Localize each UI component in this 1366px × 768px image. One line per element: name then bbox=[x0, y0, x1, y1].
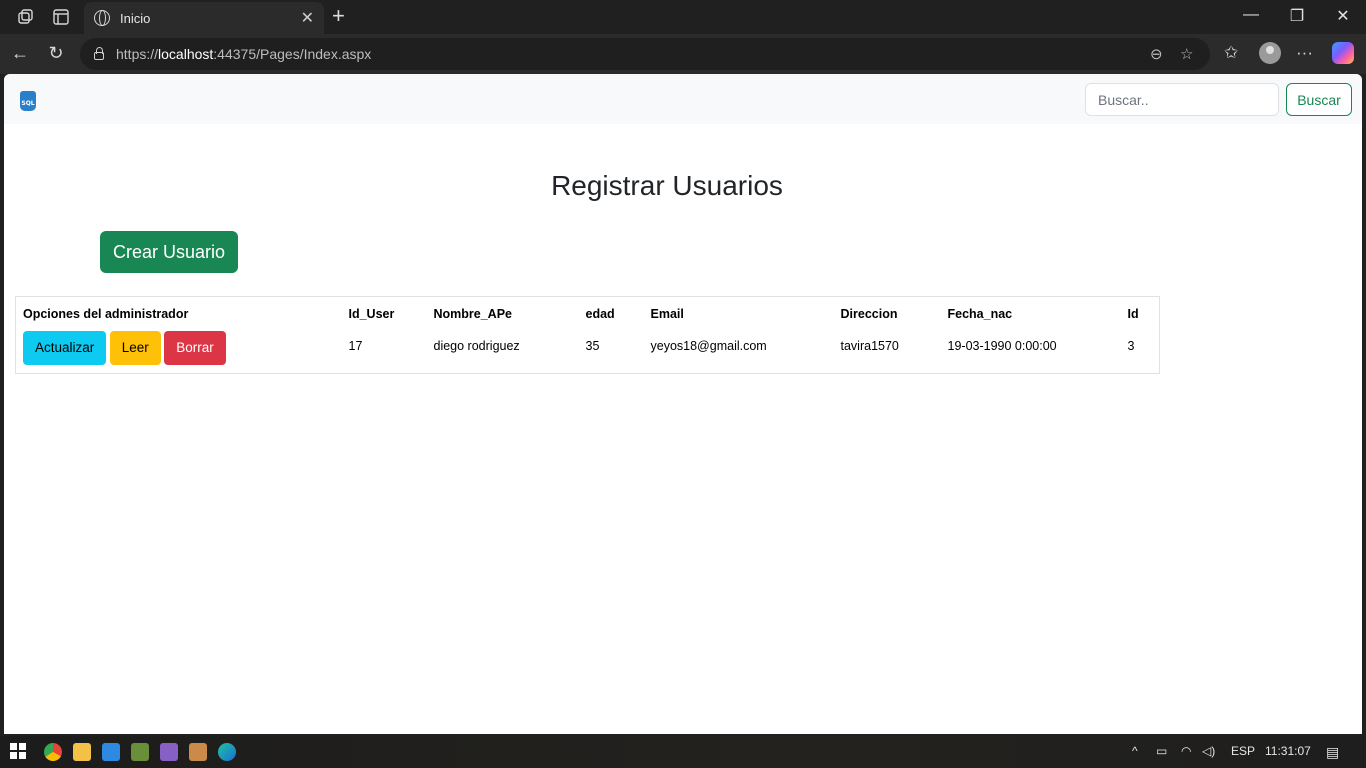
header-direccion: Direccion bbox=[840, 307, 898, 322]
cell-email: yeyos18@gmail.com bbox=[650, 338, 767, 353]
navbar: SQL Buscar bbox=[4, 74, 1362, 124]
header-edad: edad bbox=[585, 307, 615, 322]
more-options-icon[interactable]: ··· bbox=[1296, 43, 1313, 63]
zoom-icon[interactable]: ⊖ bbox=[1150, 45, 1163, 63]
back-icon[interactable]: ← bbox=[8, 43, 32, 64]
page-viewport: SQL Buscar Registrar Usuarios Crear Usua… bbox=[4, 74, 1362, 734]
chrome-icon[interactable] bbox=[44, 743, 62, 761]
search-button[interactable]: Buscar bbox=[1286, 83, 1352, 116]
read-button[interactable]: Leer bbox=[109, 330, 161, 365]
create-user-button[interactable]: Crear Usuario bbox=[100, 231, 238, 273]
minimize-icon[interactable]: — bbox=[1236, 6, 1266, 24]
new-tab-icon[interactable]: + bbox=[332, 5, 345, 27]
actions-cell: Actualizar Leer Borrar bbox=[16, 329, 342, 374]
windows-start-icon[interactable] bbox=[10, 743, 28, 761]
favorites-icon[interactable]: ✩ bbox=[1224, 43, 1238, 63]
battery-icon[interactable]: ▭ bbox=[1156, 744, 1167, 758]
table-row: Actualizar Leer Borrar 17 diego rodrigue… bbox=[16, 329, 1160, 374]
notifications-icon[interactable]: ▤ bbox=[1326, 744, 1339, 761]
update-button[interactable]: Actualizar bbox=[23, 330, 107, 365]
language-indicator[interactable]: ESP bbox=[1231, 744, 1255, 758]
workspaces-icon[interactable] bbox=[14, 6, 36, 28]
cell-direccion: tavira1570 bbox=[840, 338, 899, 353]
tray-chevron-icon[interactable]: ^ bbox=[1132, 744, 1138, 758]
favorite-star-icon[interactable]: ☆ bbox=[1180, 45, 1193, 63]
volume-icon[interactable]: ◁) bbox=[1202, 744, 1215, 758]
edge-icon[interactable] bbox=[218, 743, 236, 761]
cell-nombre: diego rodriguez bbox=[433, 338, 520, 353]
git-tool-icon[interactable] bbox=[131, 743, 149, 761]
table-header-row: Opciones del administrador Id_User Nombr… bbox=[16, 297, 1160, 329]
browser-toolbar: ← ↻ https://localhost:44375/Pages/Index.… bbox=[0, 34, 1366, 74]
users-table: Opciones del administrador Id_User Nombr… bbox=[15, 296, 1160, 374]
header-email: Email bbox=[650, 307, 684, 322]
address-bar[interactable]: https://localhost:44375/Pages/Index.aspx… bbox=[80, 38, 1210, 70]
app-icon[interactable] bbox=[189, 743, 207, 761]
cell-edad: 35 bbox=[585, 338, 600, 353]
tab-actions-icon[interactable] bbox=[50, 6, 72, 28]
restore-icon[interactable]: ❐ bbox=[1282, 6, 1312, 26]
page-title: Registrar Usuarios bbox=[551, 170, 783, 201]
cell-id: 3 bbox=[1127, 338, 1135, 353]
delete-button[interactable]: Borrar bbox=[164, 330, 226, 365]
file-explorer-icon[interactable] bbox=[73, 743, 91, 761]
cell-fecha-nac: 19-03-1990 0:00:00 bbox=[947, 338, 1057, 353]
browser-tab-bar: Inicio ✕ + — ❐ ✕ bbox=[0, 0, 1366, 34]
visual-studio-icon[interactable] bbox=[160, 743, 178, 761]
wifi-icon[interactable]: ◠ bbox=[1181, 744, 1191, 758]
windows-taskbar: ^ ▭ ◠ ◁) ESP 11:31:07 ▤ bbox=[0, 736, 1366, 768]
header-opciones: Opciones del administrador bbox=[23, 307, 189, 322]
url-text: https://localhost:44375/Pages/Index.aspx bbox=[116, 46, 372, 62]
vscode-icon[interactable] bbox=[102, 743, 120, 761]
sql-logo-icon[interactable]: SQL bbox=[20, 91, 36, 111]
copilot-icon[interactable] bbox=[1332, 42, 1354, 64]
close-window-icon[interactable]: ✕ bbox=[1328, 6, 1358, 26]
profile-avatar[interactable] bbox=[1259, 42, 1281, 64]
refresh-icon[interactable]: ↻ bbox=[44, 43, 68, 64]
globe-icon bbox=[94, 10, 110, 26]
header-nombre: Nombre_APe bbox=[433, 307, 513, 322]
tab-inicio[interactable]: Inicio ✕ bbox=[84, 2, 324, 34]
header-id-user: Id_User bbox=[348, 307, 395, 322]
tab-title: Inicio bbox=[120, 10, 151, 26]
header-fecha-nac: Fecha_nac bbox=[947, 307, 1013, 322]
clock[interactable]: 11:31:07 bbox=[1265, 744, 1311, 758]
header-id: Id bbox=[1127, 307, 1139, 322]
close-tab-icon[interactable]: ✕ bbox=[301, 8, 314, 28]
search-input[interactable] bbox=[1085, 83, 1279, 116]
cell-id-user: 17 bbox=[348, 338, 363, 353]
lock-icon[interactable] bbox=[94, 47, 104, 60]
